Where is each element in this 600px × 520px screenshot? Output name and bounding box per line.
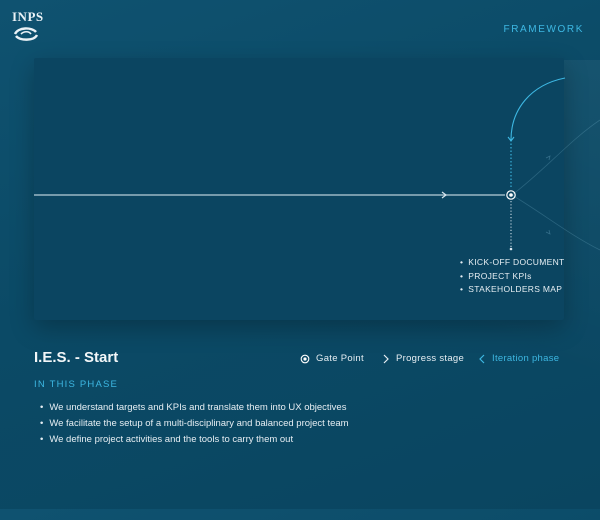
chevron-left-icon <box>478 354 486 364</box>
list-item: We define project activities and the too… <box>40 432 349 448</box>
legend-iteration-label: Iteration phase <box>492 353 560 364</box>
legend-gate-label: Gate Point <box>316 353 364 364</box>
list-item: KICK-OFF DOCUMENT <box>460 256 565 270</box>
legend-progress-stage: Progress stage <box>382 353 464 364</box>
chevron-right-icon <box>382 354 390 364</box>
logo-text: INPS <box>12 9 44 24</box>
inps-logo[interactable]: INPS <box>12 9 44 48</box>
list-item: STAKEHOLDERS MAP <box>460 283 565 297</box>
list-item: We understand targets and KPIs and trans… <box>40 400 349 416</box>
legend-iteration-phase: Iteration phase <box>478 353 559 364</box>
gate-outputs-list: KICK-OFF DOCUMENT PROJECT KPIs STAKEHOLD… <box>460 256 565 297</box>
legend-gate-point: Gate Point <box>300 353 364 364</box>
section-heading: IN THIS PHASE <box>34 379 119 390</box>
phase-title: I.E.S. - Start <box>34 349 119 366</box>
list-item: We facilitate the setup of a multi-disci… <box>40 416 348 432</box>
phase-activities-list: We understand targets and KPIs and trans… <box>40 400 349 448</box>
logo-swirl-icon <box>13 27 39 41</box>
gate-point-icon <box>300 354 310 364</box>
list-item: PROJECT KPIs <box>460 270 565 284</box>
framework-link[interactable]: FRAMEWORK <box>503 24 584 35</box>
legend-progress-label: Progress stage <box>396 353 465 364</box>
